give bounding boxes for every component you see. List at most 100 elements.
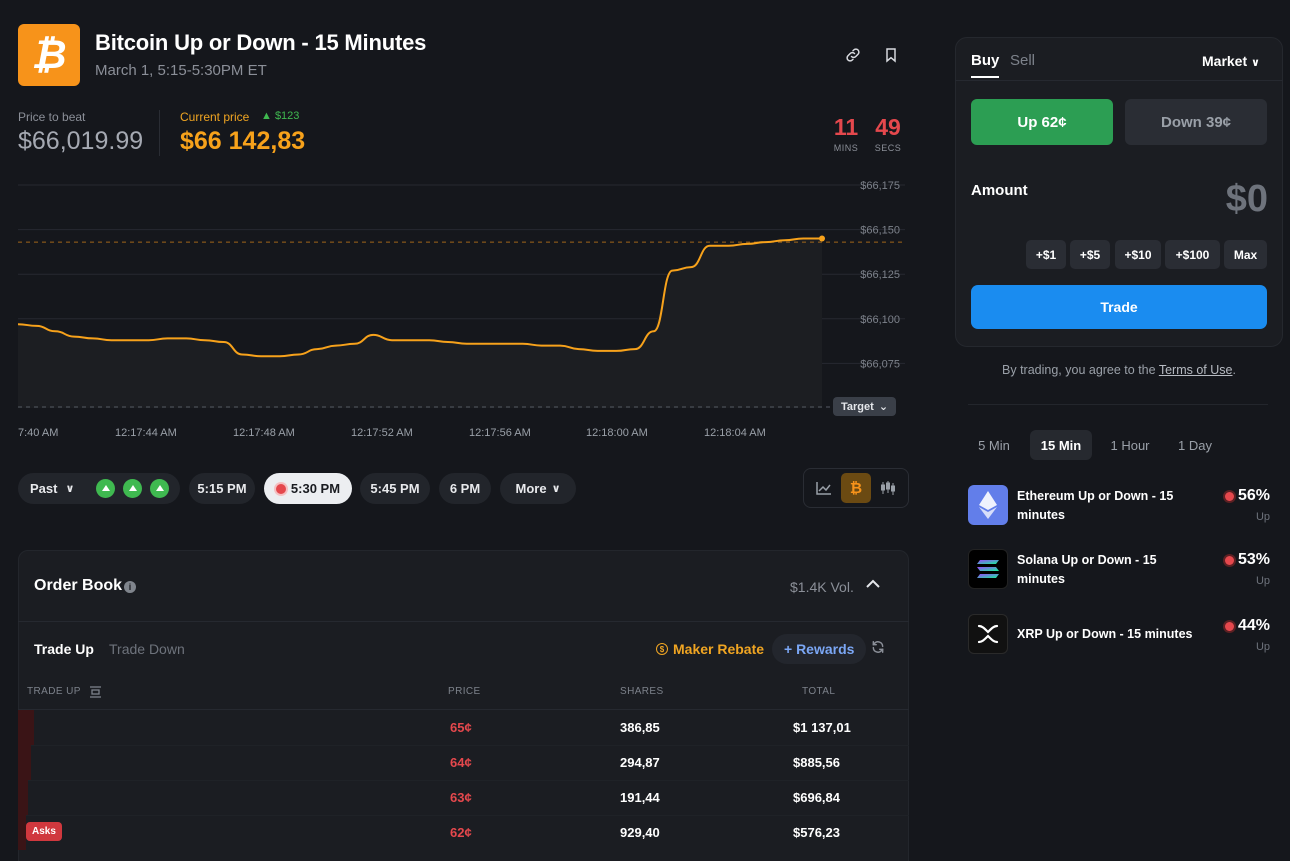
live-icon: [275, 483, 286, 494]
current-price-delta: ▲ $123: [261, 110, 300, 122]
price-chart: $66,175 $66,150 $66,125 $66,100 $66,075 7:40 …: [17, 180, 905, 439]
depth-bar: [18, 745, 31, 780]
spread-icon[interactable]: [90, 685, 101, 703]
bookmark-icon[interactable]: [880, 44, 902, 66]
xrp-icon: [968, 614, 1008, 654]
timer-seconds: 49: [875, 114, 901, 140]
solana-icon: [968, 549, 1008, 589]
past-dropdown[interactable]: Past ∨: [18, 473, 180, 504]
price-to-beat-value: $66,019.99: [18, 127, 144, 155]
live-icon: [1224, 491, 1234, 501]
market-title[interactable]: XRP Up or Down - 15 minutes: [1017, 625, 1202, 644]
market-percent: 53%: [1210, 551, 1270, 569]
tab-sell[interactable]: Sell: [1010, 52, 1035, 69]
current-price-value: $66 142,83: [180, 127, 306, 155]
interval-label: 5:30 PM: [290, 481, 341, 496]
interval-5-30pm[interactable]: 5:30 PM: [264, 473, 352, 504]
candlestick-icon[interactable]: [873, 473, 903, 503]
past-label: Past: [30, 481, 58, 496]
ask-total: $885,56: [793, 755, 840, 770]
market-title[interactable]: Ethereum Up or Down - 15 minutes: [1017, 487, 1202, 525]
divider: [955, 80, 1283, 81]
amount-input[interactable]: $0: [1200, 178, 1268, 221]
x-tick-label: 12:18:00 AM: [586, 427, 648, 439]
add-1-button[interactable]: +$1: [1026, 240, 1066, 269]
filter-5-min[interactable]: 5 Min: [968, 430, 1020, 460]
trade-button[interactable]: Trade: [971, 285, 1267, 329]
percent-value: 56%: [1237, 487, 1270, 504]
order-type-label: Market: [1202, 53, 1248, 69]
percent-value: 53%: [1237, 551, 1270, 568]
y-tick-label: $66,150: [860, 225, 900, 237]
terms-prefix: By trading, you agree to the: [1002, 363, 1156, 377]
add-5-button[interactable]: +$5: [1070, 240, 1110, 269]
market-title[interactable]: Solana Up or Down - 15 minutes: [1017, 551, 1202, 589]
depth-bar: [18, 780, 28, 815]
ask-price: 65¢: [450, 720, 472, 735]
column-header-shares: SHARES: [620, 686, 664, 697]
tab-trade-down[interactable]: Trade Down: [109, 641, 185, 657]
maker-rebate[interactable]: $ Maker Rebate: [656, 641, 764, 657]
x-tick-label: 12:17:56 AM: [469, 427, 531, 439]
terms-suffix: .: [1232, 363, 1236, 377]
market-direction: Up: [1255, 641, 1270, 653]
y-tick-label: $66,100: [860, 314, 900, 326]
link-icon[interactable]: [842, 44, 864, 66]
depth-bar: [18, 710, 34, 745]
chart-view-toggle: ₿: [803, 468, 909, 508]
filter-1-hour[interactable]: 1 Hour: [1100, 430, 1160, 460]
chevron-down-icon: ∨: [551, 483, 561, 495]
more-dropdown[interactable]: More ∨: [500, 473, 576, 504]
divider: [159, 110, 160, 156]
chevron-down-icon: ∨: [65, 483, 75, 495]
filter-15-min[interactable]: 15 Min: [1030, 430, 1092, 460]
divider: [18, 815, 909, 816]
market-percent: 44%: [1210, 617, 1270, 635]
bitcoin-logo-icon: ₿: [18, 24, 80, 86]
price-area: [18, 238, 822, 408]
interval-label: 5:45 PM: [370, 481, 420, 496]
add-10-button[interactable]: +$10: [1115, 240, 1161, 269]
divider: [18, 621, 909, 622]
max-button[interactable]: Max: [1224, 240, 1267, 269]
rewards-button[interactable]: + Rewards: [772, 634, 867, 664]
column-header-trade-up: TRADE UP: [27, 686, 81, 697]
x-tick-label: 7:40 AM: [18, 427, 58, 439]
ask-total: $1 137,01: [793, 720, 851, 735]
y-tick-label: $66,075: [860, 358, 900, 370]
chevron-down-icon: ⌄: [878, 401, 889, 413]
x-tick-label: 12:18:04 AM: [704, 427, 766, 439]
y-tick-label: $66,175: [860, 180, 900, 192]
current-price-label: Current price: [180, 110, 250, 124]
order-book-volume: $1.4K Vol.: [790, 579, 854, 595]
tab-trade-up[interactable]: Trade Up: [34, 641, 94, 657]
x-tick-label: 12:17:44 AM: [115, 427, 177, 439]
timer-minutes-label: MINS: [833, 143, 859, 153]
terms-link[interactable]: Terms of Use: [1159, 363, 1233, 377]
up-button[interactable]: Up 62¢: [971, 99, 1113, 145]
asks-badge: Asks: [26, 822, 62, 841]
interval-label: 6 PM: [449, 481, 481, 496]
coin-icon: $: [656, 643, 668, 655]
chevron-up-icon[interactable]: [866, 576, 880, 594]
tab-buy[interactable]: Buy: [971, 52, 999, 69]
terms-text: By trading, you agree to the Terms of Us…: [955, 363, 1283, 377]
info-icon[interactable]: i: [124, 581, 136, 593]
ask-shares: 386,85: [620, 720, 660, 735]
active-tab-indicator: [971, 76, 999, 78]
target-button[interactable]: Target ⌄: [833, 397, 897, 416]
ask-total: $576,23: [793, 825, 840, 840]
interval-5-15pm[interactable]: 5:15 PM: [189, 473, 255, 504]
interval-5-45pm[interactable]: 5:45 PM: [360, 473, 430, 504]
bitcoin-view-icon[interactable]: ₿: [841, 473, 871, 503]
timer-seconds-label: SECS: [874, 143, 902, 153]
page-title: Bitcoin Up or Down - 15 Minutes: [95, 30, 427, 55]
interval-6pm[interactable]: 6 PM: [439, 473, 491, 504]
add-100-button[interactable]: +$100: [1165, 240, 1220, 269]
filter-1-day[interactable]: 1 Day: [1168, 430, 1222, 460]
divider: [18, 780, 909, 781]
order-type-dropdown[interactable]: Market ∨: [1202, 53, 1260, 69]
line-chart-icon[interactable]: [809, 473, 839, 503]
down-button[interactable]: Down 39¢: [1125, 99, 1267, 145]
refresh-icon[interactable]: [871, 640, 885, 658]
